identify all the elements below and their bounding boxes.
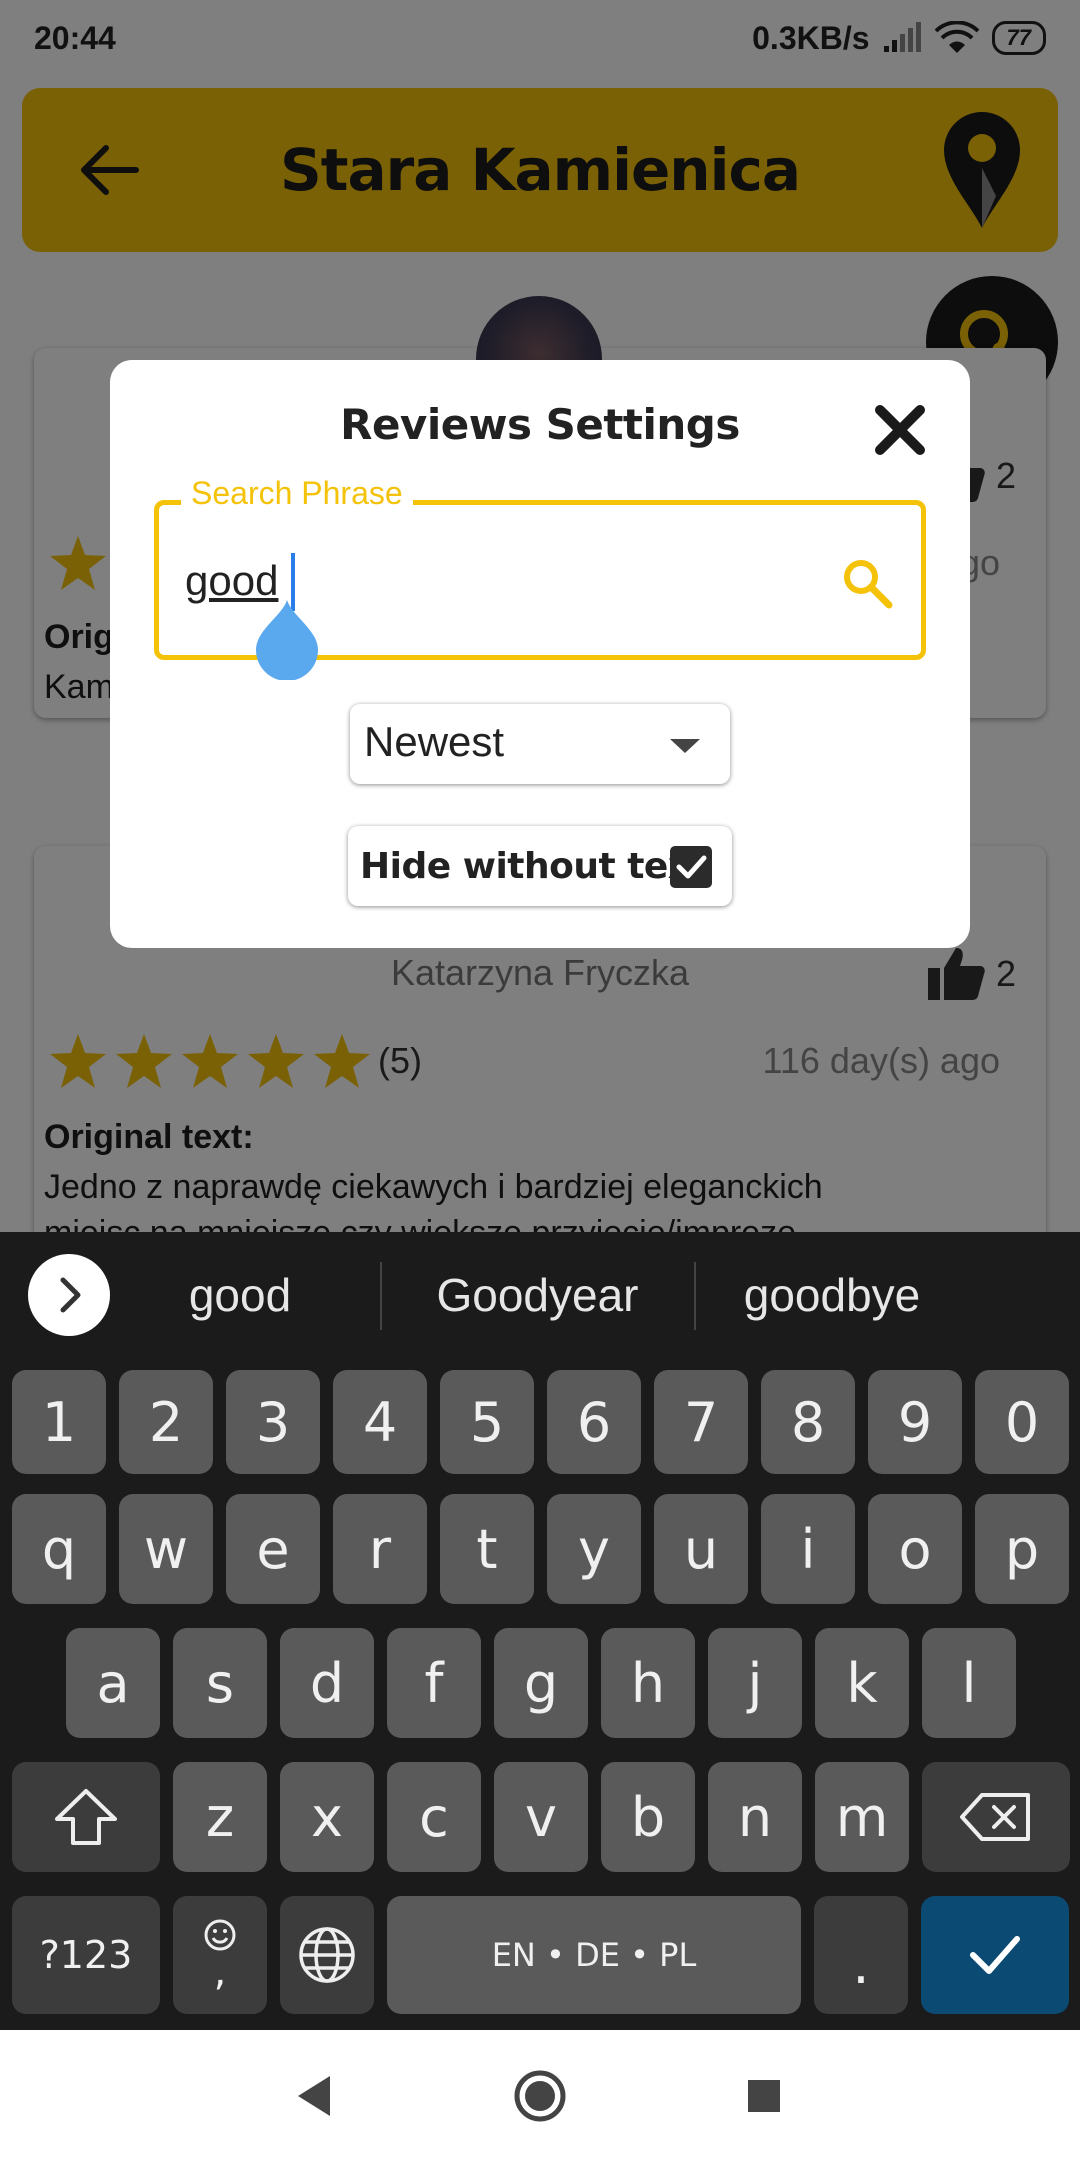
hide-without-text-toggle[interactable]: Hide without text xyxy=(348,826,732,906)
dialog-title: Reviews Settings xyxy=(340,400,740,449)
expand-toolbar-button[interactable] xyxy=(28,1254,110,1336)
key-4[interactable]: 4 xyxy=(333,1370,427,1474)
nav-recents-icon[interactable] xyxy=(734,2066,794,2126)
close-icon[interactable] xyxy=(872,402,928,458)
key-x[interactable]: x xyxy=(280,1762,374,1872)
sort-order-value: Newest xyxy=(364,718,505,765)
enter-key[interactable] xyxy=(921,1896,1069,2014)
key-p[interactable]: p xyxy=(975,1494,1069,1604)
checkmark-icon xyxy=(970,1936,1020,1974)
language-key[interactable] xyxy=(280,1896,374,2014)
reviews-settings-dialog: Reviews Settings Search Phrase Newest Hi… xyxy=(110,360,970,948)
key-i[interactable]: i xyxy=(761,1494,855,1604)
backspace-icon xyxy=(960,1793,1030,1841)
shift-icon xyxy=(55,1789,117,1845)
key-0[interactable]: 0 xyxy=(975,1370,1069,1474)
suggestion-bar: good Goodyear goodbye xyxy=(0,1232,1080,1360)
key-r[interactable]: r xyxy=(333,1494,427,1604)
key-f[interactable]: f xyxy=(387,1628,481,1738)
search-icon[interactable] xyxy=(839,555,895,611)
key-z[interactable]: z xyxy=(173,1762,267,1872)
backspace-key[interactable] xyxy=(922,1762,1070,1872)
space-key[interactable]: EN • DE • PL xyxy=(387,1896,801,2014)
key-9[interactable]: 9 xyxy=(868,1370,962,1474)
key-u[interactable]: u xyxy=(654,1494,748,1604)
system-nav-bar xyxy=(0,2030,1080,2160)
key-d[interactable]: d xyxy=(280,1628,374,1738)
key-v[interactable]: v xyxy=(494,1762,588,1872)
key-6[interactable]: 6 xyxy=(547,1370,641,1474)
suggestion-2[interactable]: Goodyear xyxy=(400,1268,675,1322)
key-b[interactable]: b xyxy=(601,1762,695,1872)
key-5[interactable]: 5 xyxy=(440,1370,534,1474)
key-2[interactable]: 2 xyxy=(119,1370,213,1474)
key-m[interactable]: m xyxy=(815,1762,909,1872)
key-g[interactable]: g xyxy=(494,1628,588,1738)
text-selection-handle[interactable] xyxy=(256,600,318,680)
suggestion-divider xyxy=(694,1262,696,1330)
key-h[interactable]: h xyxy=(601,1628,695,1738)
hide-without-text-label: Hide without text xyxy=(360,846,708,887)
hide-without-text-checkbox[interactable] xyxy=(670,846,712,888)
key-q[interactable]: q xyxy=(12,1494,106,1604)
symbols-key[interactable]: ?123 xyxy=(12,1896,160,2014)
nav-home-icon[interactable] xyxy=(510,2066,570,2126)
emoji-comma-key[interactable]: , xyxy=(173,1896,267,2014)
nav-back-icon[interactable] xyxy=(286,2066,346,2126)
key-j[interactable]: j xyxy=(708,1628,802,1738)
sort-order-dropdown[interactable]: Newest xyxy=(350,704,730,784)
key-o[interactable]: o xyxy=(868,1494,962,1604)
key-7[interactable]: 7 xyxy=(654,1370,748,1474)
key-e[interactable]: e xyxy=(226,1494,320,1604)
key-c[interactable]: c xyxy=(387,1762,481,1872)
globe-icon xyxy=(299,1927,355,1983)
chevron-right-icon xyxy=(60,1277,81,1313)
search-phrase-label: Search Phrase xyxy=(181,475,413,512)
key-n[interactable]: n xyxy=(708,1762,802,1872)
suggestion-3[interactable]: goodbye xyxy=(714,1268,950,1322)
period-key[interactable]: . xyxy=(814,1896,908,2014)
key-3[interactable]: 3 xyxy=(226,1370,320,1474)
key-w[interactable]: w xyxy=(119,1494,213,1604)
suggestion-1[interactable]: good xyxy=(130,1268,350,1322)
comma-label: , xyxy=(213,1949,227,1995)
soft-keyboard: good Goodyear goodbye 1 2 3 4 5 6 7 8 9 … xyxy=(0,1232,1080,2030)
key-l[interactable]: l xyxy=(922,1628,1016,1738)
key-y[interactable]: y xyxy=(547,1494,641,1604)
key-1[interactable]: 1 xyxy=(12,1370,106,1474)
key-k[interactable]: k xyxy=(815,1628,909,1738)
key-8[interactable]: 8 xyxy=(761,1370,855,1474)
key-a[interactable]: a xyxy=(66,1628,160,1738)
key-s[interactable]: s xyxy=(173,1628,267,1738)
key-t[interactable]: t xyxy=(440,1494,534,1604)
checkmark-icon xyxy=(676,855,707,879)
shift-key[interactable] xyxy=(12,1762,160,1872)
suggestion-divider xyxy=(380,1262,382,1330)
emoji-icon xyxy=(204,1919,236,1951)
chevron-down-icon xyxy=(670,739,700,753)
